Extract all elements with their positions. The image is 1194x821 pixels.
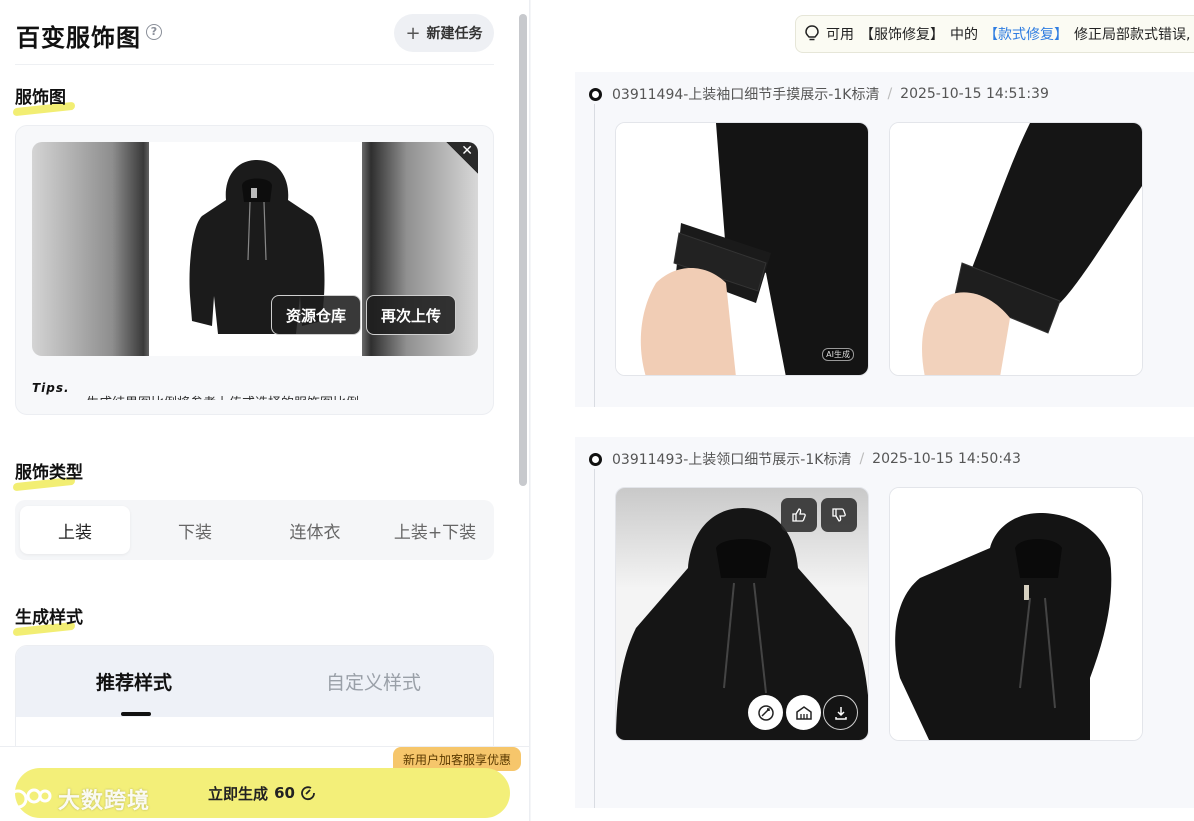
generate-label: 立即生成 xyxy=(208,784,269,803)
active-tab-indicator xyxy=(121,712,151,716)
result-image-sleeve-hand-1[interactable]: AI生成 xyxy=(615,122,869,376)
lightbulb-icon xyxy=(805,25,819,41)
next-task-placeholder xyxy=(575,772,1194,808)
watermark: 大数跨境 xyxy=(8,783,150,815)
results-panel: 可用 【服饰修复】 中的 【款式修复】 修正局部款式错误, 03911494-上装袖口细… xyxy=(531,0,1194,821)
task-time: 2025-10-15 14:51:39 xyxy=(900,86,1049,102)
type-option-bottom[interactable]: 下装 xyxy=(140,506,250,554)
question-circle-icon[interactable]: ? xyxy=(146,24,162,40)
task-name: 03911493-上装领口细节展示-1K标清 xyxy=(612,452,852,468)
result-image-sleeve-hand-2[interactable] xyxy=(889,122,1143,376)
style-tabs: 推荐样式 自定义样式 xyxy=(16,646,493,717)
tips-label: Tips. xyxy=(32,381,70,395)
thumbs-down-icon xyxy=(832,508,846,522)
download-button[interactable] xyxy=(823,695,858,730)
result-image-collar-2[interactable] xyxy=(889,487,1143,741)
garment-upload-card: ✕ 资源仓库 再次上传 Tips. 生成结果图比例将参考上传或选择的服饰图比例 xyxy=(15,125,494,415)
section-title-style: 生成样式 xyxy=(15,603,83,628)
new-task-label: 新建任务 xyxy=(426,26,483,42)
new-task-button[interactable]: + 新建任务 xyxy=(394,14,494,52)
credit-icon xyxy=(301,786,315,801)
tips-text: 生成结果图比例将参考上传或选择的服饰图比例 xyxy=(86,392,466,400)
ai-generated-badge: AI生成 xyxy=(822,348,854,361)
type-option-top[interactable]: 上装 xyxy=(20,506,130,554)
type-option-jumpsuit[interactable]: 连体衣 xyxy=(260,506,370,554)
section-title-garment: 服饰图 xyxy=(15,83,66,108)
task-name: 03911494-上装袖口细节手摸展示-1K标清 xyxy=(612,87,880,103)
page-title: 百变服饰图 xyxy=(16,24,141,52)
timeline-dot-icon xyxy=(589,87,602,101)
notice-link-style-repair[interactable]: 【款式修复】 xyxy=(984,24,1068,44)
panel-header: 百变服饰图 ? + 新建任务 xyxy=(15,12,494,65)
thumbs-up-button[interactable] xyxy=(781,498,817,532)
garment-preview: ✕ 资源仓库 再次上传 xyxy=(32,142,478,356)
task-header: 03911493-上装领口细节展示-1K标清 / 2025-10-15 14:5… xyxy=(589,449,1021,469)
left-panel: 百变服饰图 ? + 新建任务 服饰图 ✕ 资源仓库 再次上传 Tips. 服饰类… xyxy=(0,0,530,821)
remove-image-button[interactable]: ✕ xyxy=(446,142,478,174)
garment-type-selector: 上装 下装 连体衣 上装+下装 xyxy=(15,500,494,560)
notice-prefix: 可用 xyxy=(826,27,854,43)
sleeve-photo xyxy=(616,123,868,375)
save-to-library-button[interactable] xyxy=(786,695,821,730)
generate-cost: 60 xyxy=(274,784,295,802)
task-header: 03911494-上装袖口细节手摸展示-1K标清 / 2025-10-15 14… xyxy=(589,84,1049,104)
resource-library-button[interactable]: 资源仓库 xyxy=(271,295,362,335)
tab-recommended-style[interactable]: 推荐样式 xyxy=(96,668,172,695)
notice-suffix: 修正局部款式错误, xyxy=(1074,27,1191,43)
type-option-top-bottom[interactable]: 上装+下装 xyxy=(380,506,490,554)
notice-middle: 中的 xyxy=(950,27,978,43)
repair-icon xyxy=(757,704,774,721)
download-icon xyxy=(834,706,847,720)
reupload-button[interactable]: 再次上传 xyxy=(366,295,457,335)
app-root: 百变服饰图 ? + 新建任务 服饰图 ✕ 资源仓库 再次上传 Tips. 服饰类… xyxy=(0,0,1194,821)
task-card: 03911493-上装领口细节展示-1K标清 / 2025-10-15 14:5… xyxy=(575,437,1194,772)
result-image-collar-1[interactable] xyxy=(615,487,869,741)
notice-banner: 可用 【服饰修复】 中的 【款式修复】 修正局部款式错误, xyxy=(795,15,1194,53)
close-icon: ✕ xyxy=(461,143,473,159)
left-panel-scrollbar[interactable] xyxy=(519,14,527,486)
task-card: 03911494-上装袖口细节手摸展示-1K标清 / 2025-10-15 14… xyxy=(575,72,1194,407)
collar-photo-2 xyxy=(890,488,1142,740)
notice-link-garment-repair[interactable]: 【服饰修复】 xyxy=(860,24,944,44)
task-time: 2025-10-15 14:50:43 xyxy=(872,451,1021,467)
plus-icon: + xyxy=(405,22,421,44)
warehouse-icon xyxy=(795,705,812,720)
sleeve-photo-2 xyxy=(890,123,1142,375)
timeline-dot-icon xyxy=(589,452,602,466)
tab-custom-style[interactable]: 自定义样式 xyxy=(326,668,421,695)
section-title-garment-type: 服饰类型 xyxy=(15,458,83,483)
thumbs-down-button[interactable] xyxy=(821,498,857,532)
watermark-text: 大数跨境 xyxy=(58,789,151,814)
repair-button[interactable] xyxy=(748,695,783,730)
watermark-logo-icon xyxy=(8,788,52,809)
thumbs-up-icon xyxy=(792,508,806,522)
